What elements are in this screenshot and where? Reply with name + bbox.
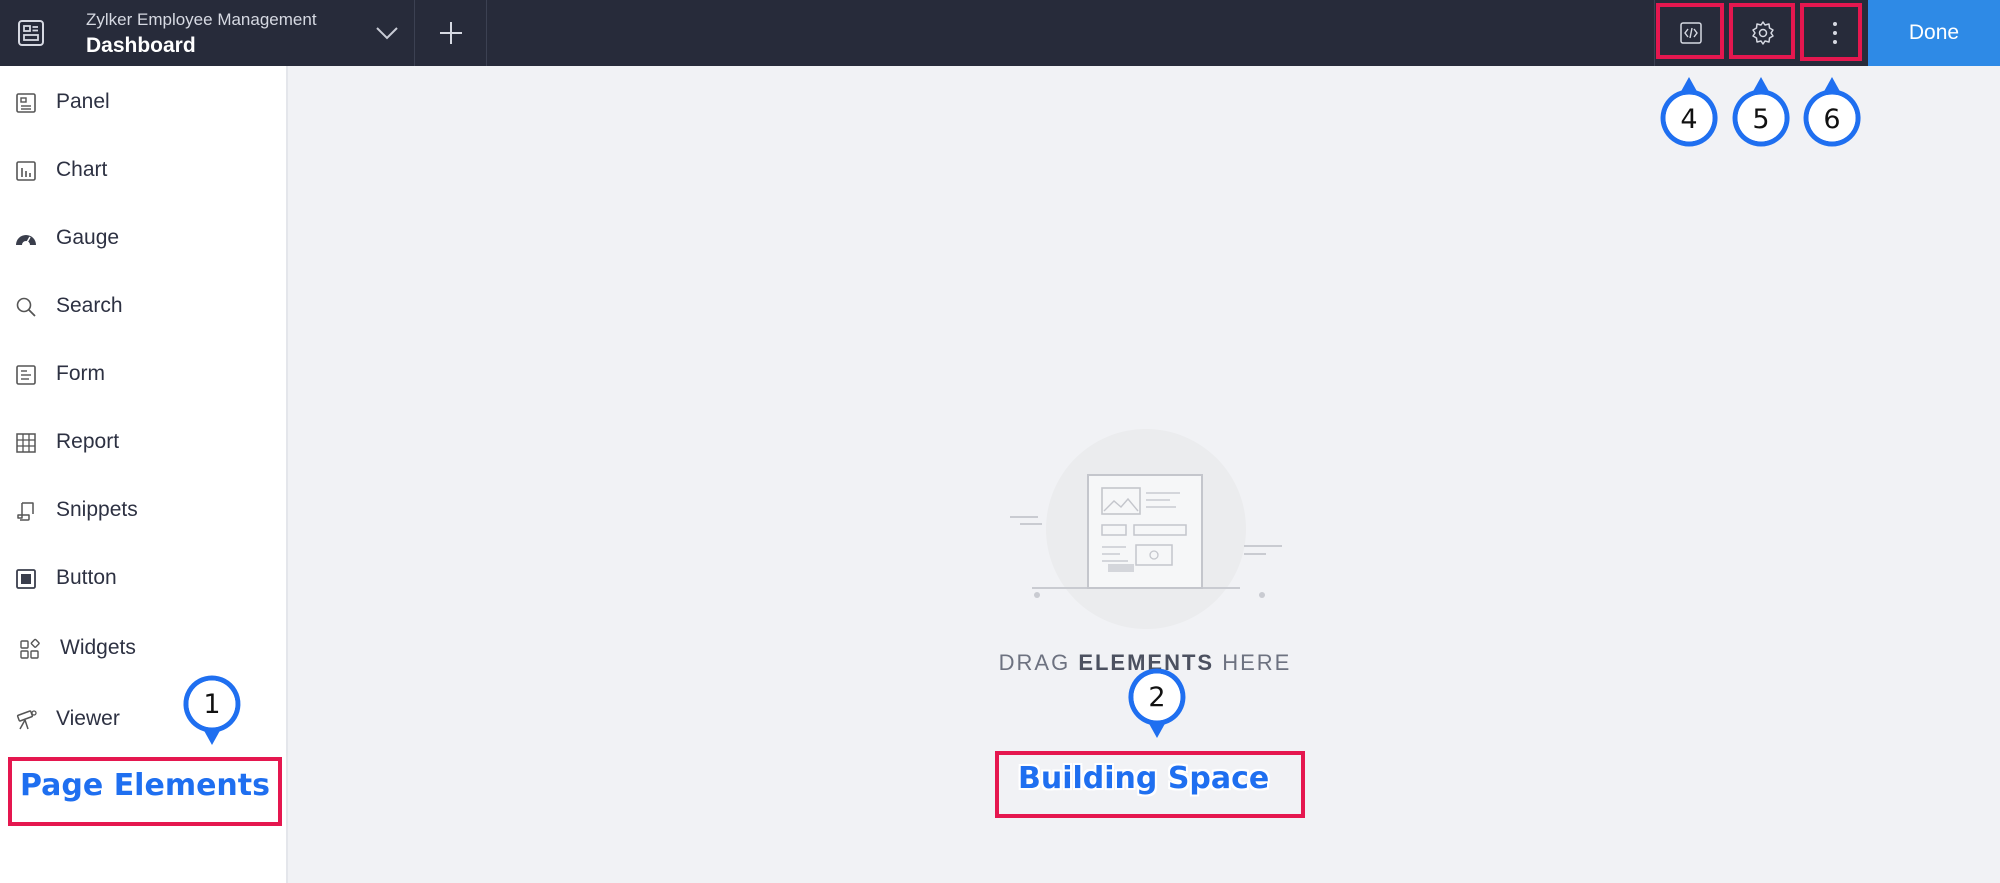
sidebar-item-button[interactable]: Button — [0, 548, 286, 608]
sidebar-item-label: Chart — [56, 158, 108, 181]
marker-number: 4 — [1680, 103, 1698, 135]
building-space-callout: Building Space — [1018, 761, 1270, 796]
sidebar-item-label: Form — [56, 362, 105, 385]
sidebar-item-label: Panel — [56, 90, 110, 113]
sidebar-item-label: Widgets — [60, 636, 136, 659]
marker-number: 2 — [1148, 681, 1166, 713]
sidebar-item-gauge[interactable]: Gauge — [0, 208, 286, 268]
marker-1: 1 — [182, 675, 242, 749]
panel-icon — [14, 91, 38, 115]
sidebar-item-widgets[interactable]: Widgets — [0, 618, 286, 678]
sidebar-item-label: Report — [56, 430, 120, 453]
drag-hint-suffix: HERE — [1222, 650, 1292, 675]
page-elements-callout: Page Elements — [20, 768, 270, 803]
search-icon — [14, 295, 38, 319]
sidebar-item-snippets[interactable]: Snippets — [0, 480, 286, 540]
sidebar-item-label: Button — [56, 566, 117, 589]
sidebar-item-form[interactable]: Form — [0, 344, 286, 404]
widgets-icon — [18, 637, 42, 661]
viewer-icon — [14, 708, 38, 732]
snippets-icon — [14, 499, 38, 523]
plus-icon — [440, 22, 462, 44]
add-page-button[interactable] — [416, 0, 486, 66]
sidebar-item-report[interactable]: Report — [0, 412, 286, 472]
page-title: Dashboard — [86, 34, 196, 57]
app-name: Zylker Employee Management — [86, 10, 317, 29]
button-icon — [14, 567, 38, 591]
sidebar-item-chart[interactable]: Chart — [0, 140, 286, 200]
sidebar-item-viewer[interactable]: Viewer — [0, 689, 286, 749]
marker-number: 5 — [1752, 103, 1770, 135]
marker-2: 2 — [1127, 668, 1187, 742]
report-icon — [14, 431, 38, 455]
chart-icon — [14, 159, 38, 183]
empty-canvas-illustration — [1010, 429, 1282, 629]
marker-number: 6 — [1823, 103, 1841, 135]
app-menu-icon[interactable] — [0, 0, 62, 66]
page-switcher-dropdown[interactable] — [370, 16, 404, 50]
divider — [414, 0, 415, 66]
marker-number: 1 — [203, 688, 221, 720]
sidebar-item-search[interactable]: Search — [0, 276, 286, 336]
done-button[interactable]: Done — [1868, 0, 2000, 66]
highlight-box-script — [1656, 3, 1724, 59]
divider — [486, 0, 487, 66]
form-icon — [14, 363, 38, 387]
chevron-down-icon — [376, 27, 398, 40]
highlight-box-settings — [1729, 3, 1795, 59]
sidebar-item-label: Search — [56, 294, 123, 317]
highlight-box-more — [1800, 3, 1862, 61]
drag-hint-prefix: DRAG — [998, 650, 1071, 675]
sidebar-item-panel[interactable]: Panel — [0, 72, 286, 132]
sidebar-item-label: Viewer — [56, 707, 120, 730]
sidebar-item-label: Gauge — [56, 226, 120, 249]
gauge-icon — [14, 227, 38, 251]
sidebar-item-label: Snippets — [56, 498, 138, 521]
